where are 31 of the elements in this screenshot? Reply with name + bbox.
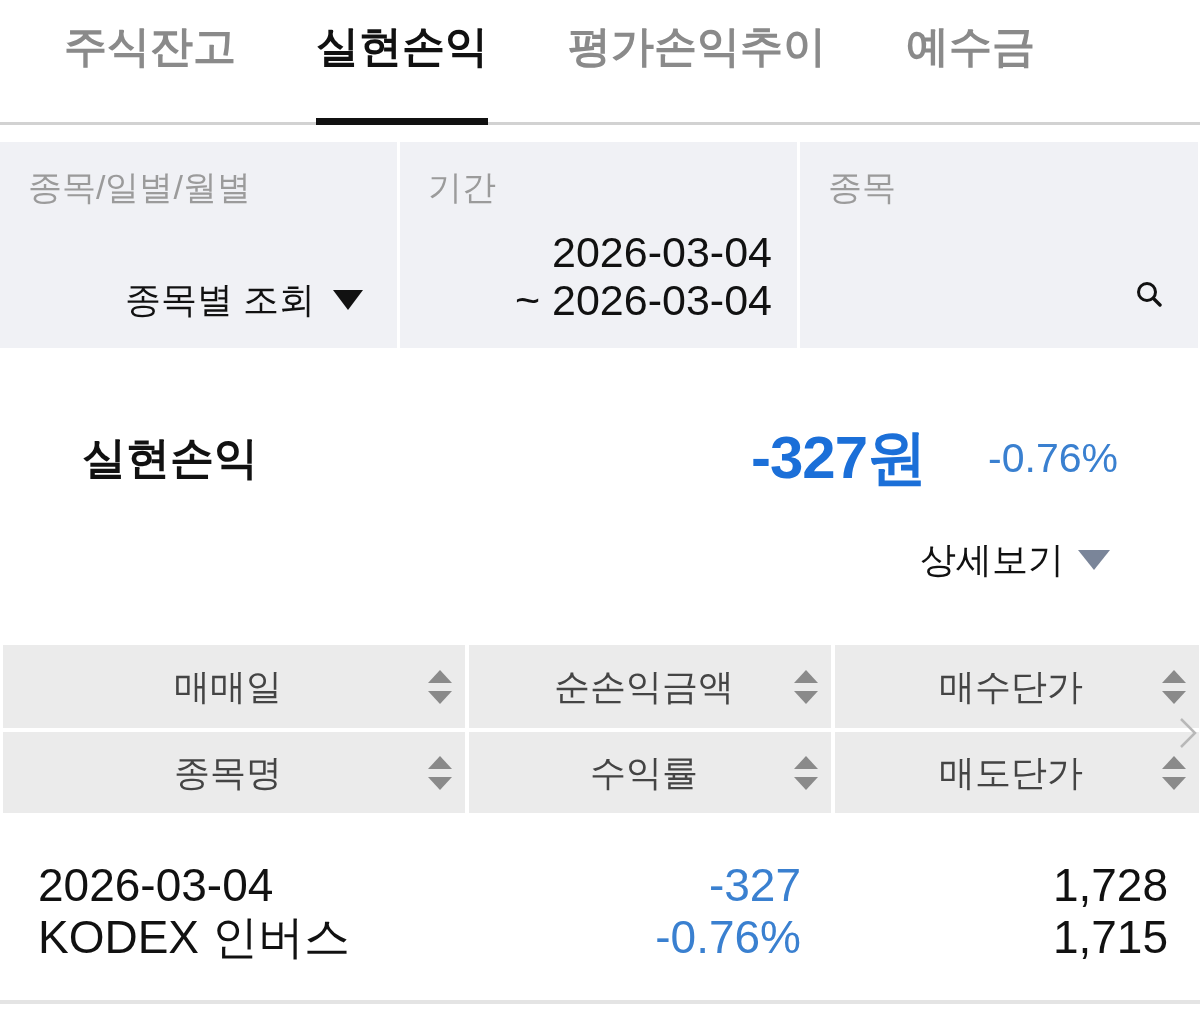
chevron-right-icon[interactable] <box>1179 717 1197 749</box>
date-range-field[interactable]: 2026-03-04 ~ 2026-03-04 <box>515 228 772 324</box>
sort-icon[interactable] <box>794 755 818 790</box>
profit-rate: -0.76% <box>988 434 1118 483</box>
table-cell: -327 <box>708 859 801 911</box>
search-icon <box>1136 281 1162 307</box>
detail-toggle[interactable]: 상세보기 <box>920 535 1110 585</box>
filter-label: 종목 <box>828 167 896 208</box>
table-cell: 2026-03-04 <box>38 859 274 911</box>
filter-label: 기간 <box>428 167 496 208</box>
summary-label: 실현손익 <box>82 432 258 484</box>
filter-label: 종목/일별/월별 <box>28 167 251 208</box>
sort-icon[interactable] <box>428 755 452 790</box>
table-cell: 1,715 <box>1052 911 1168 963</box>
sort-icon[interactable] <box>428 669 452 704</box>
sort-icon[interactable] <box>1162 669 1186 704</box>
sort-icon[interactable] <box>1162 755 1186 790</box>
caret-icon <box>333 290 363 310</box>
column-header[interactable]: 수익률 <box>469 732 831 813</box>
column-header[interactable]: 매도단가 <box>835 732 1199 813</box>
table-cell: KODEX 인버스 <box>38 911 350 963</box>
column-header[interactable]: 매수단가 <box>835 645 1199 728</box>
table-cell: -0.76% <box>655 911 801 963</box>
tab[interactable]: 실현손익 <box>316 0 488 125</box>
profit-amount: -327원 <box>751 428 927 488</box>
column-header[interactable]: 종목명 <box>3 732 465 813</box>
column-header[interactable]: 매매일 <box>3 645 465 728</box>
view-mode-dropdown[interactable]: 종목별 조회 <box>125 276 363 324</box>
sort-icon[interactable] <box>794 669 818 704</box>
column-header[interactable]: 순손익금액 <box>469 645 831 728</box>
table-cell: 1,728 <box>1052 859 1168 911</box>
